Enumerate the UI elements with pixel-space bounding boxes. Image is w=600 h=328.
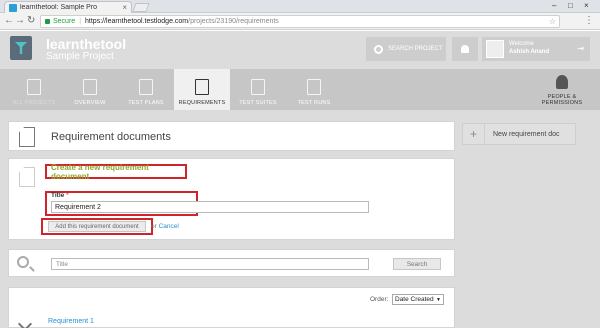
cancel-link[interactable]: Cancel xyxy=(159,223,179,230)
tab-close-icon[interactable]: × xyxy=(122,3,127,12)
browser-tab[interactable]: learnthetool: Sample Pro × xyxy=(4,1,132,13)
add-requirement-document-button[interactable]: Add this requirement document xyxy=(48,221,146,232)
secure-label: Secure xyxy=(53,18,76,25)
nav-item-overview[interactable]: OVERVIEW xyxy=(62,69,118,110)
tab-title: learnthetool: Sample Pro xyxy=(20,4,98,11)
order-value: Date Created xyxy=(395,296,434,303)
or-text: or xyxy=(151,223,157,230)
nav-label: REQUIREMENTS xyxy=(178,100,226,106)
new-requirement-doc-label: New requirement doc xyxy=(493,130,560,138)
search-project-label: SEARCH PROJECT xyxy=(388,46,443,52)
nav-item-people-permissions[interactable]: PEOPLE & PERMISSIONS xyxy=(534,69,590,110)
brand-name: learnthetool xyxy=(46,36,127,52)
back-arrow-icon[interactable]: ← xyxy=(4,15,14,26)
url-separator: | xyxy=(79,18,82,25)
chevron-down-icon: ▼ xyxy=(436,297,441,303)
list-icon xyxy=(251,79,265,95)
add-document-icon xyxy=(19,167,35,187)
title-label: Title * xyxy=(51,192,69,199)
user-menu[interactable]: Welcome Ashish Anand ⇥ xyxy=(482,37,590,61)
url-host: https://learnthetool.testlodge.com xyxy=(85,18,189,25)
monitor-icon xyxy=(83,79,97,95)
url-path: /projects/23190/requirements xyxy=(188,18,279,25)
document-icon xyxy=(19,127,35,147)
checklist-icon xyxy=(307,79,321,95)
folder-icon xyxy=(27,79,41,95)
new-requirement-doc-button[interactable]: + New requirement doc xyxy=(462,123,576,145)
favicon-icon xyxy=(9,3,17,12)
order-select[interactable]: Date Created ▼ xyxy=(392,294,444,305)
nav-item-test-plans[interactable]: TEST PLANS xyxy=(118,69,174,110)
order-label: Order: xyxy=(370,296,389,303)
required-marker: * xyxy=(66,192,69,199)
bookmark-star-icon[interactable]: ☆ xyxy=(549,17,556,26)
close-window-icon[interactable]: × xyxy=(584,1,589,10)
document-icon xyxy=(195,79,209,95)
page-title: Requirement documents xyxy=(51,131,171,143)
nav-label: PERMISSIONS xyxy=(541,100,583,106)
nav-label: TEST PLANS xyxy=(128,100,164,106)
maximize-icon[interactable]: □ xyxy=(568,1,573,10)
browser-menu-icon[interactable]: ⋮ xyxy=(584,15,594,26)
project-name: Sample Project xyxy=(46,51,114,62)
nav-label: TEST SUITES xyxy=(239,100,277,106)
notifications-button[interactable] xyxy=(452,37,478,61)
nav-item-test-runs[interactable]: TEST RUNS xyxy=(286,69,342,110)
bell-icon xyxy=(461,45,469,53)
new-tab-button[interactable] xyxy=(132,3,150,12)
title-input[interactable]: Requirement 2 xyxy=(51,201,369,213)
page-title-card: Requirement documents xyxy=(8,121,455,151)
search-project-button[interactable]: SEARCH PROJECT xyxy=(366,37,446,61)
user-name: Ashish Anand xyxy=(509,49,550,55)
person-icon xyxy=(556,75,568,89)
logout-icon[interactable]: ⇥ xyxy=(577,44,584,53)
lock-icon xyxy=(45,19,50,24)
search-icon xyxy=(374,44,383,54)
create-requirement-link[interactable]: Create a new requirement document xyxy=(45,163,187,181)
title-label-text: Title xyxy=(51,192,65,199)
nav-item-test-suites[interactable]: TEST SUITES xyxy=(230,69,286,110)
welcome-text: Welcome xyxy=(509,41,534,47)
search-button[interactable]: Search xyxy=(393,258,441,270)
requirement-link[interactable]: Requirement 1 xyxy=(48,318,94,325)
plus-icon: + xyxy=(463,124,485,144)
nav-label: OVERVIEW xyxy=(74,100,106,106)
nav-label: ALL PROJECTS xyxy=(12,100,56,106)
url-field[interactable]: Secure | https://learnthetool.testlodge.… xyxy=(40,15,560,28)
nav-item-requirements[interactable]: REQUIREMENTS xyxy=(174,69,230,110)
minimize-icon[interactable]: – xyxy=(552,1,556,10)
main-nav: ALL PROJECTS OVERVIEW TEST PLANS REQUIRE… xyxy=(0,69,600,110)
address-bar: ← → ↻ Secure | https://learnthetool.test… xyxy=(0,13,600,30)
app-header: learnthetool Sample Project SEARCH PROJE… xyxy=(0,31,600,69)
search-input[interactable]: Title xyxy=(51,258,369,270)
nav-label: TEST RUNS xyxy=(297,100,331,106)
avatar xyxy=(486,40,504,58)
testlodge-logo-icon[interactable] xyxy=(10,36,32,60)
or-cancel: or Cancel xyxy=(151,223,179,230)
forward-arrow-icon[interactable]: → xyxy=(15,15,25,26)
search-icon xyxy=(17,256,29,268)
browser-tab-bar: learnthetool: Sample Pro × – □ × xyxy=(0,0,600,13)
nav-item-all-projects[interactable]: ALL PROJECTS xyxy=(6,69,62,110)
reload-icon[interactable]: ↻ xyxy=(27,15,35,26)
clipboard-icon xyxy=(139,79,153,95)
